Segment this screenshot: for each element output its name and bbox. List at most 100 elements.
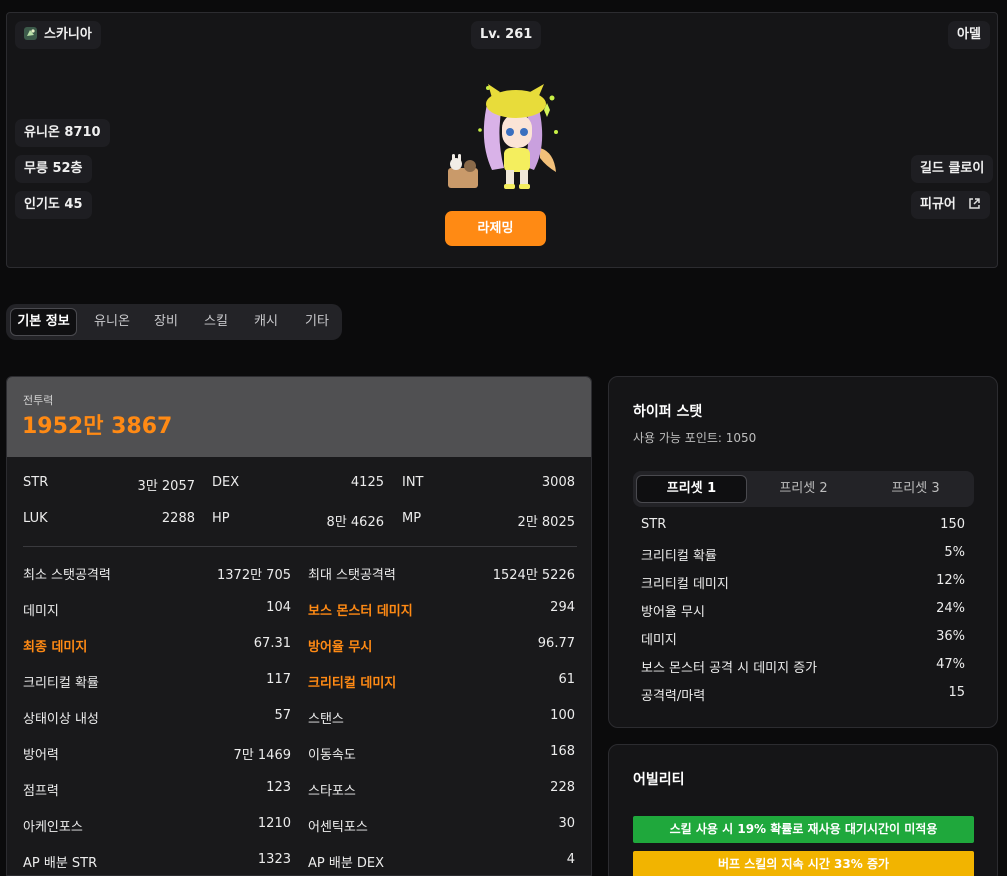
hyper-stat-value: 36% xyxy=(936,629,965,644)
base-stat-label: STR xyxy=(23,475,49,490)
base-stat-label: HP xyxy=(212,511,230,526)
job-badge: 아델 xyxy=(948,21,990,49)
combat-power-label: 전투력 xyxy=(23,394,54,407)
hyper-stat-value: 15 xyxy=(948,685,965,700)
hyper-stat-value: 47% xyxy=(936,657,965,672)
tab-union[interactable]: 유니온 xyxy=(88,308,136,336)
tab-equipment[interactable]: 장비 xyxy=(148,308,184,336)
detail-stat-label: 크리티컬 데미지 xyxy=(308,676,397,691)
popularity-badge: 인기도 45 xyxy=(15,191,92,219)
tab-cash[interactable]: 캐시 xyxy=(248,308,284,336)
detail-stat-label: 최소 스탯공격력 xyxy=(23,568,111,583)
detail-stat-value: 57 xyxy=(274,708,291,723)
base-stat-value: 3만 2057 xyxy=(137,479,195,494)
detail-stat-label: 데미지 xyxy=(23,604,59,619)
detail-stat-value: 294 xyxy=(550,600,575,615)
base-stat-value: 2288 xyxy=(161,511,195,526)
detail-stat-value: 1323 xyxy=(257,852,291,867)
rank-button[interactable]: 라제밍 xyxy=(445,211,546,246)
figure-label: 피규어 xyxy=(920,197,956,212)
preset-3-tab[interactable]: 프리셋 3 xyxy=(860,475,971,503)
detail-stat-label: 방어율 무시 xyxy=(308,640,373,655)
world-name: 스카니아 xyxy=(44,27,92,42)
detail-stat-label: 이동속도 xyxy=(308,748,356,763)
base-stat-value: 4125 xyxy=(350,475,384,490)
figure-link[interactable]: 피규어 xyxy=(911,191,991,219)
external-link-icon xyxy=(968,193,981,209)
tab-skill[interactable]: 스킬 xyxy=(198,308,234,336)
base-stat-value: 2만 8025 xyxy=(517,515,575,530)
world-badge: 스카니아 xyxy=(15,21,101,49)
hyper-stat-label: 크리티컬 데미지 xyxy=(641,577,729,592)
detail-stat-label: 보스 몬스터 데미지 xyxy=(308,604,413,619)
character-avatar xyxy=(440,70,568,196)
detail-stat-label: 방어력 xyxy=(23,748,59,763)
detail-stat-label: 아케인포스 xyxy=(23,820,83,835)
combat-power-header: 전투력 1952만 3867 xyxy=(7,377,591,457)
detail-stat-label: AP 배분 STR xyxy=(23,856,98,871)
detail-stat-label: 크리티컬 확률 xyxy=(23,676,99,691)
detail-stat-label: 스타포스 xyxy=(308,784,356,799)
detail-stat-value: 96.77 xyxy=(537,636,575,651)
guild-badge[interactable]: 길드 클로이 xyxy=(911,155,994,183)
hyper-stat-label: 데미지 xyxy=(641,633,677,648)
hyper-stat-label: STR xyxy=(641,517,667,532)
detail-stat-value: 117 xyxy=(266,672,291,687)
detail-stat-value: 1210 xyxy=(257,816,291,831)
detail-stat-label: AP 배분 DEX xyxy=(308,856,385,871)
detail-stat-label: 상태이상 내성 xyxy=(23,712,99,727)
dojang-badge: 무릉 52층 xyxy=(15,155,92,183)
stat-card: 전투력 1952만 3867 STR 3만 2057 DEX 4125 INT … xyxy=(6,376,592,876)
guild-name: 길드 클로이 xyxy=(920,161,985,176)
detail-stat-value: 7만 1469 xyxy=(233,748,291,763)
preset-2-tab[interactable]: 프리셋 2 xyxy=(748,475,859,503)
detail-stat-label: 최대 스탯공격력 xyxy=(308,568,396,583)
detail-stat-value: 1524만 5226 xyxy=(492,568,575,583)
hyper-stat-label: 크리티컬 확률 xyxy=(641,549,717,564)
hyper-stat-label: 공격력/마력 xyxy=(641,689,706,704)
detail-stat-value: 123 xyxy=(266,780,291,795)
combat-power-value: 1952만 3867 xyxy=(22,414,173,439)
base-stat-label: MP xyxy=(402,511,422,526)
ability-card: 어빌리티 스킬 사용 시 19% 확률로 재사용 대기시간이 미적용 버프 스킬… xyxy=(608,744,998,876)
detail-stat-value: 67.31 xyxy=(253,636,291,651)
world-icon xyxy=(23,24,38,40)
detail-stat-label: 어센틱포스 xyxy=(308,820,368,835)
base-stat-label: LUK xyxy=(23,511,48,526)
ability-line-1: 스킬 사용 시 19% 확률로 재사용 대기시간이 미적용 xyxy=(633,816,974,843)
base-stat-label: INT xyxy=(402,475,424,490)
detail-stat-value: 1372만 705 xyxy=(217,568,291,583)
stat-divider xyxy=(23,546,577,547)
hyper-stat-value: 24% xyxy=(936,601,965,616)
detail-stat-value: 61 xyxy=(558,672,575,687)
preset-tabs: 프리셋 1 프리셋 2 프리셋 3 xyxy=(633,471,974,507)
base-stat-value: 8만 4626 xyxy=(326,515,384,530)
base-stat-label: DEX xyxy=(212,475,240,490)
detail-stat-value: 100 xyxy=(550,708,575,723)
ability-line-2: 버프 스킬의 지속 시간 33% 증가 xyxy=(633,851,974,876)
detail-stat-label: 점프력 xyxy=(23,784,59,799)
level-badge: Lv. 261 xyxy=(471,21,542,49)
hyper-stat-title: 하이퍼 스탯 xyxy=(633,404,703,420)
detail-stat-value: 30 xyxy=(558,816,575,831)
hyper-stat-label: 보스 몬스터 공격 시 데미지 증가 xyxy=(641,661,818,676)
detail-stat-label: 스탠스 xyxy=(308,712,344,727)
detail-stat-value: 4 xyxy=(566,852,575,867)
detail-stat-value: 228 xyxy=(550,780,575,795)
hyper-stat-value: 5% xyxy=(944,545,965,560)
hyper-stat-value: 150 xyxy=(940,517,965,532)
detail-stat-label: 최종 데미지 xyxy=(23,640,88,655)
base-stat-value: 3008 xyxy=(541,475,575,490)
detail-stat-value: 168 xyxy=(550,744,575,759)
ability-title: 어빌리티 xyxy=(633,772,685,788)
tab-etc[interactable]: 기타 xyxy=(299,308,335,336)
detail-stat-value: 104 xyxy=(266,600,291,615)
main-tabs: 기본 정보 유니온 장비 스킬 캐시 기타 xyxy=(6,304,342,340)
tab-basic-info[interactable]: 기본 정보 xyxy=(10,308,77,336)
hyper-stat-card: 하이퍼 스탯 사용 가능 포인트: 1050 프리셋 1 프리셋 2 프리셋 3… xyxy=(608,376,998,728)
union-badge: 유니온 8710 xyxy=(15,119,110,147)
hyper-stat-points: 사용 가능 포인트: 1050 xyxy=(633,431,757,445)
hyper-stat-label: 방어율 무시 xyxy=(641,605,705,620)
preset-1-tab[interactable]: 프리셋 1 xyxy=(636,475,747,503)
hyper-stat-value: 12% xyxy=(936,573,965,588)
